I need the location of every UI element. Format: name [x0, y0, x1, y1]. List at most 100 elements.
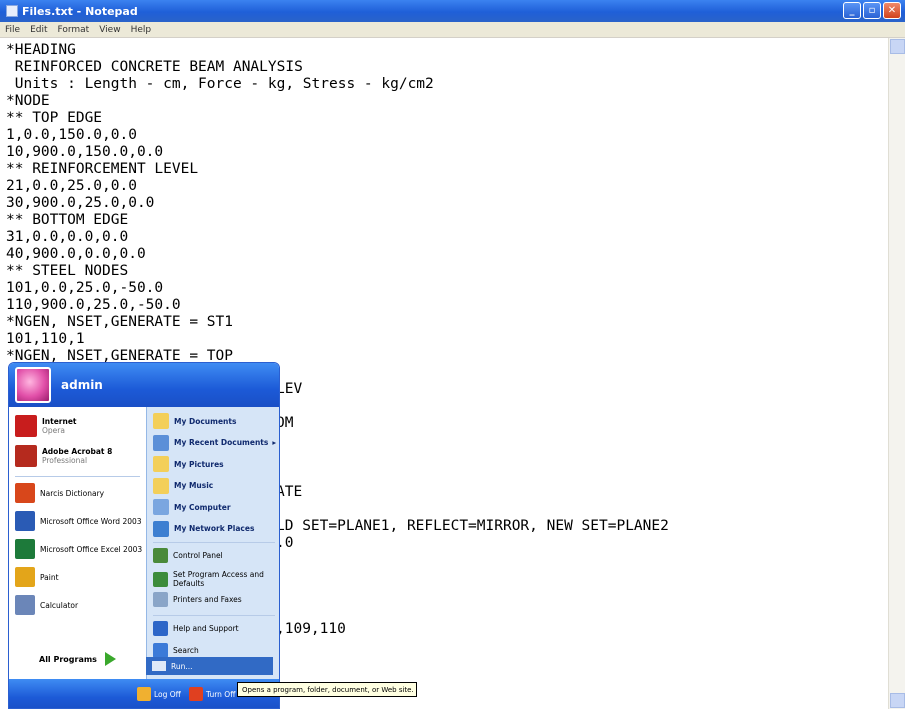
editor-line-fragment: LD SET=PLANE1, REFLECT=MIRROR, NEW SET=P…: [276, 518, 669, 534]
places-item[interactable]: Help and Support: [153, 621, 239, 636]
menu-help[interactable]: Help: [126, 25, 157, 35]
menu-edit[interactable]: Edit: [25, 25, 52, 35]
places-item-label: My Recent Documents: [174, 438, 269, 447]
pinned-item-sub: Professional: [42, 456, 88, 465]
network-icon: [153, 520, 169, 537]
places-item[interactable]: My Music: [153, 477, 214, 494]
scroll-up-arrow-icon[interactable]: [890, 39, 905, 54]
minimize-button[interactable]: _: [843, 2, 861, 19]
opera-icon: [15, 415, 37, 437]
start-menu-places: My Documents My Recent Documents ▸ My Pictu…: [146, 407, 279, 695]
turn-off-button[interactable]: Turn Off: [189, 687, 235, 701]
recent-program-label: Calculator: [40, 600, 79, 610]
notepad-icon: [6, 5, 18, 17]
menu-format[interactable]: Format: [53, 25, 95, 35]
vertical-scrollbar[interactable]: [888, 38, 905, 709]
recent-program-item[interactable]: Microsoft Office Word 2003: [15, 511, 142, 531]
places-item[interactable]: My Recent Documents ▸: [153, 434, 277, 451]
arrow-right-icon: [104, 652, 116, 666]
all-programs-button[interactable]: All Programs: [9, 651, 146, 667]
editor-line: 40,900.0,0.0,0.0: [6, 246, 146, 262]
printer-icon: [153, 592, 168, 607]
pinned-item-text: Adobe Acrobat 8 Professional: [42, 447, 112, 465]
editor-line: 101,110,1: [6, 331, 85, 347]
pinned-item-label: Adobe Acrobat 8: [42, 447, 113, 456]
control-panel-icon: [153, 548, 168, 563]
recent-program-item[interactable]: Microsoft Office Excel 2003: [15, 539, 142, 559]
folder-documents-icon: [153, 413, 169, 429]
editor-line: 10,900.0,150.0,0.0: [6, 144, 164, 160]
word-icon: [15, 511, 35, 531]
maximize-button[interactable]: ▫: [863, 2, 881, 19]
places-item[interactable]: My Computer: [153, 499, 231, 515]
editor-line: REINFORCED CONCRETE BEAM ANALYSIS: [6, 59, 303, 75]
pinned-item-label: Internet: [42, 417, 77, 426]
program-access-icon: [153, 571, 168, 587]
close-button[interactable]: ✕: [883, 2, 901, 19]
editor-line: ** BOTTOM EDGE: [6, 212, 129, 228]
recent-program-label: Paint: [40, 572, 59, 582]
log-off-button[interactable]: Log Off: [137, 687, 181, 701]
pinned-item-sub: Opera: [42, 426, 65, 435]
editor-line: 31,0.0,0.0,0.0: [6, 229, 129, 245]
divider: [153, 542, 275, 543]
editor-line: 101,0.0,25.0,-50.0: [6, 280, 164, 296]
places-item-label: Set Program Access and Defaults: [173, 570, 264, 588]
search-icon: [153, 643, 168, 658]
recent-program-item[interactable]: Narcis Dictionary: [15, 483, 104, 503]
power-icon: [189, 687, 203, 701]
all-programs-label: All Programs: [39, 654, 97, 664]
window-controls: _ ▫ ✕: [843, 2, 901, 19]
places-item-label: My Computer: [174, 502, 231, 512]
editor-line: *NODE: [6, 93, 50, 109]
user-name: admin: [61, 378, 103, 392]
folder-music-icon: [153, 477, 169, 494]
dictionary-icon: [15, 483, 35, 503]
excel-icon: [15, 539, 35, 559]
editor-line: ** TOP EDGE: [6, 110, 103, 126]
places-item[interactable]: Control Panel: [153, 548, 223, 563]
places-item-label: My Pictures: [174, 459, 224, 469]
recent-program-item[interactable]: Calculator: [15, 595, 78, 615]
user-avatar: [15, 367, 51, 403]
scroll-down-arrow-icon[interactable]: [890, 693, 905, 708]
editor-line: Units : Length - cm, Force - kg, Stress …: [6, 76, 434, 92]
menu-bar: File Edit Format View Help: [0, 22, 905, 38]
editor-line: *HEADING: [6, 42, 76, 58]
menu-file[interactable]: File: [0, 25, 25, 35]
submenu-arrow-icon: ▸: [272, 438, 277, 447]
places-item-label: My Network Places: [174, 524, 255, 533]
recent-program-label: Narcis Dictionary: [40, 488, 105, 498]
turn-off-label: Turn Off: [206, 689, 236, 699]
editor-line-fragment: ,109,110: [276, 621, 346, 637]
editor-line: 110,900.0,25.0,-50.0: [6, 297, 181, 313]
places-item-label: My Music: [174, 481, 214, 490]
start-menu: admin Internet Opera Adobe Acrobat 8 Profes…: [8, 362, 280, 709]
places-item-label: Control Panel: [173, 551, 223, 560]
window-title: Files.txt - Notepad: [22, 4, 138, 18]
places-item[interactable]: My Pictures: [153, 456, 224, 472]
places-item-label: Search: [173, 646, 199, 655]
divider: [15, 476, 140, 477]
places-item-label: Printers and Faxes: [173, 595, 242, 604]
pinned-item[interactable]: Internet Opera: [15, 415, 77, 437]
acrobat-icon: [15, 445, 37, 467]
pinned-item[interactable]: Adobe Acrobat 8 Professional: [15, 445, 112, 467]
places-item-label: My Documents: [174, 416, 237, 426]
recent-program-label: Microsoft Office Excel 2003: [40, 544, 143, 554]
places-item[interactable]: My Documents: [153, 413, 236, 429]
menu-view[interactable]: View: [94, 25, 125, 35]
places-item[interactable]: Printers and Faxes: [153, 592, 242, 607]
places-item-label: Help and Support: [173, 624, 239, 633]
run-icon: [152, 661, 166, 671]
divider: [153, 615, 275, 616]
recent-program-item[interactable]: Paint: [15, 567, 59, 587]
places-item[interactable]: My Network Places: [153, 520, 255, 537]
places-item[interactable]: Set Program Access and Defaults: [153, 570, 279, 588]
run-menu-item[interactable]: Run...: [146, 657, 273, 675]
title-bar: Files.txt - Notepad _ ▫ ✕: [0, 0, 905, 22]
places-item[interactable]: Search: [153, 643, 199, 658]
log-off-icon: [137, 687, 151, 701]
tooltip: Opens a program, folder, document, or We…: [237, 682, 417, 697]
editor-line: 1,0.0,150.0,0.0: [6, 127, 137, 143]
